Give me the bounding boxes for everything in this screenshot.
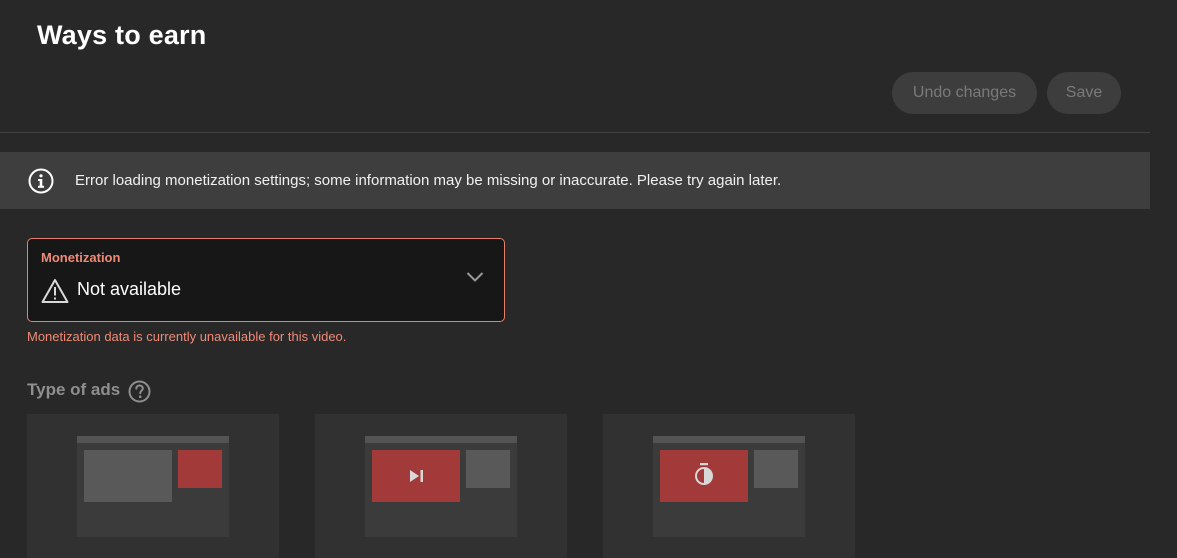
display-ad-icon <box>77 436 229 537</box>
monetization-error-text: Monetization data is currently unavailab… <box>27 329 347 344</box>
ad-type-card-non-skippable[interactable] <box>603 414 855 558</box>
monetization-label: Monetization <box>41 250 121 265</box>
monetization-dropdown[interactable]: Monetization Not available <box>27 238 505 322</box>
ad-type-card-display[interactable] <box>27 414 279 558</box>
error-banner: Error loading monetization settings; som… <box>0 152 1150 209</box>
non-skippable-ad-icon <box>653 436 805 537</box>
warning-icon <box>41 279 69 303</box>
save-button[interactable]: Save <box>1047 72 1121 114</box>
type-of-ads-title: Type of ads <box>27 380 121 399</box>
skippable-ad-icon <box>365 436 517 537</box>
error-banner-message: Error loading monetization settings; som… <box>75 172 782 189</box>
page-title: Ways to earn <box>37 20 207 50</box>
ad-type-card-skippable[interactable] <box>315 414 567 558</box>
monetization-value: Not available <box>77 279 182 299</box>
ways-to-earn-page: Ways to earn Undo changes Save Error loa… <box>0 0 1177 558</box>
timer-icon <box>695 463 713 485</box>
header-divider <box>0 132 1150 133</box>
chevron-down-icon <box>466 272 484 282</box>
undo-changes-button[interactable]: Undo changes <box>892 72 1037 114</box>
skip-icon <box>410 470 423 482</box>
help-icon[interactable] <box>128 380 151 403</box>
info-icon <box>28 168 54 194</box>
